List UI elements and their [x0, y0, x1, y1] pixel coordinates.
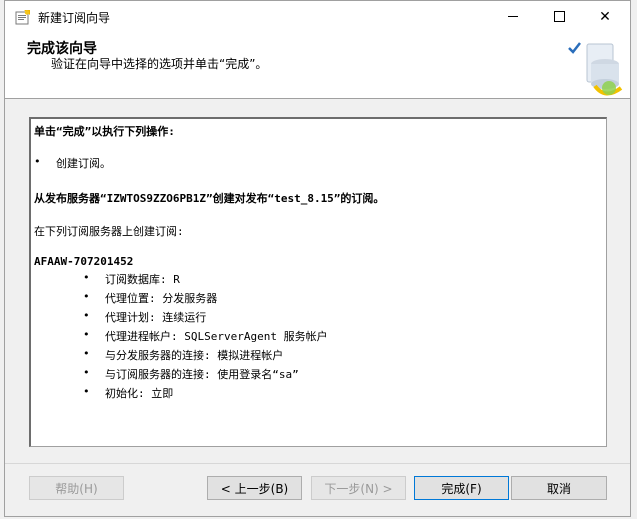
detail-text: 代理计划: 连续运行 [105, 311, 207, 324]
publisher-line: 从发布服务器“IZWTOS9ZZO6PB1Z”创建对发布“test_8.15”的… [34, 192, 385, 205]
bullet-icon: • [34, 155, 41, 168]
next-button[interactable]: 下一步(N) > [311, 476, 406, 500]
summary-panel[interactable]: 单击“完成”以执行下列操作: • 创建订阅。 从发布服务器“IZWTOS9ZZO… [29, 117, 607, 447]
detail-text: 与分发服务器的连接: 模拟进程帐户 [105, 349, 284, 362]
subscriber-intro: 在下列订阅服务器上创建订阅: [34, 225, 184, 238]
window-title: 新建订阅向导 [38, 11, 111, 25]
minimize-button[interactable] [490, 1, 536, 32]
wizard-database-icon [568, 42, 623, 96]
detail-text: 与订阅服务器的连接: 使用登录名“sa” [105, 368, 299, 381]
close-button[interactable]: ✕ [582, 1, 628, 32]
finish-button[interactable]: 完成(F) [414, 476, 509, 500]
cancel-button[interactable]: 取消 [511, 476, 607, 500]
summary-intro: 单击“完成”以执行下列操作: [34, 125, 175, 138]
detail-text: 初始化: 立即 [105, 387, 174, 400]
bullet-icon: • [83, 347, 90, 360]
bullet-icon: • [83, 309, 90, 322]
close-icon: ✕ [599, 8, 611, 25]
subscriber-name: AFAAW-707201452 [34, 255, 134, 268]
bullet-icon: • [83, 328, 90, 341]
bullet-icon: • [83, 385, 90, 398]
maximize-icon [553, 11, 565, 22]
app-icon [15, 10, 30, 25]
title-bar[interactable]: 新建订阅向导 ✕ [5, 1, 630, 32]
wizard-header: 完成该向导 验证在向导中选择的选项并单击“完成”。 [5, 32, 630, 99]
detail-text: 代理进程帐户: SQLServerAgent 服务帐户 [105, 330, 328, 343]
minimize-icon [508, 16, 518, 17]
page-subtitle: 验证在向导中选择的选项并单击“完成”。 [51, 57, 268, 71]
wizard-window: 新建订阅向导 ✕ 完成该向导 验证在向导中选择的选项并单击“完成”。 单击“完成… [4, 0, 631, 517]
back-button[interactable]: < 上一步(B) [207, 476, 302, 500]
button-bar: 帮助(H) < 上一步(B) 下一步(N) > 完成(F) 取消 [5, 463, 630, 519]
detail-text: 代理位置: 分发服务器 [105, 292, 218, 305]
maximize-button[interactable] [536, 1, 582, 32]
bullet-icon: • [83, 290, 90, 303]
detail-text: 订阅数据库: R [105, 273, 180, 286]
help-button[interactable]: 帮助(H) [29, 476, 124, 500]
bullet-icon: • [83, 271, 90, 284]
action-text: 创建订阅。 [56, 157, 111, 170]
bullet-icon: • [83, 366, 90, 379]
